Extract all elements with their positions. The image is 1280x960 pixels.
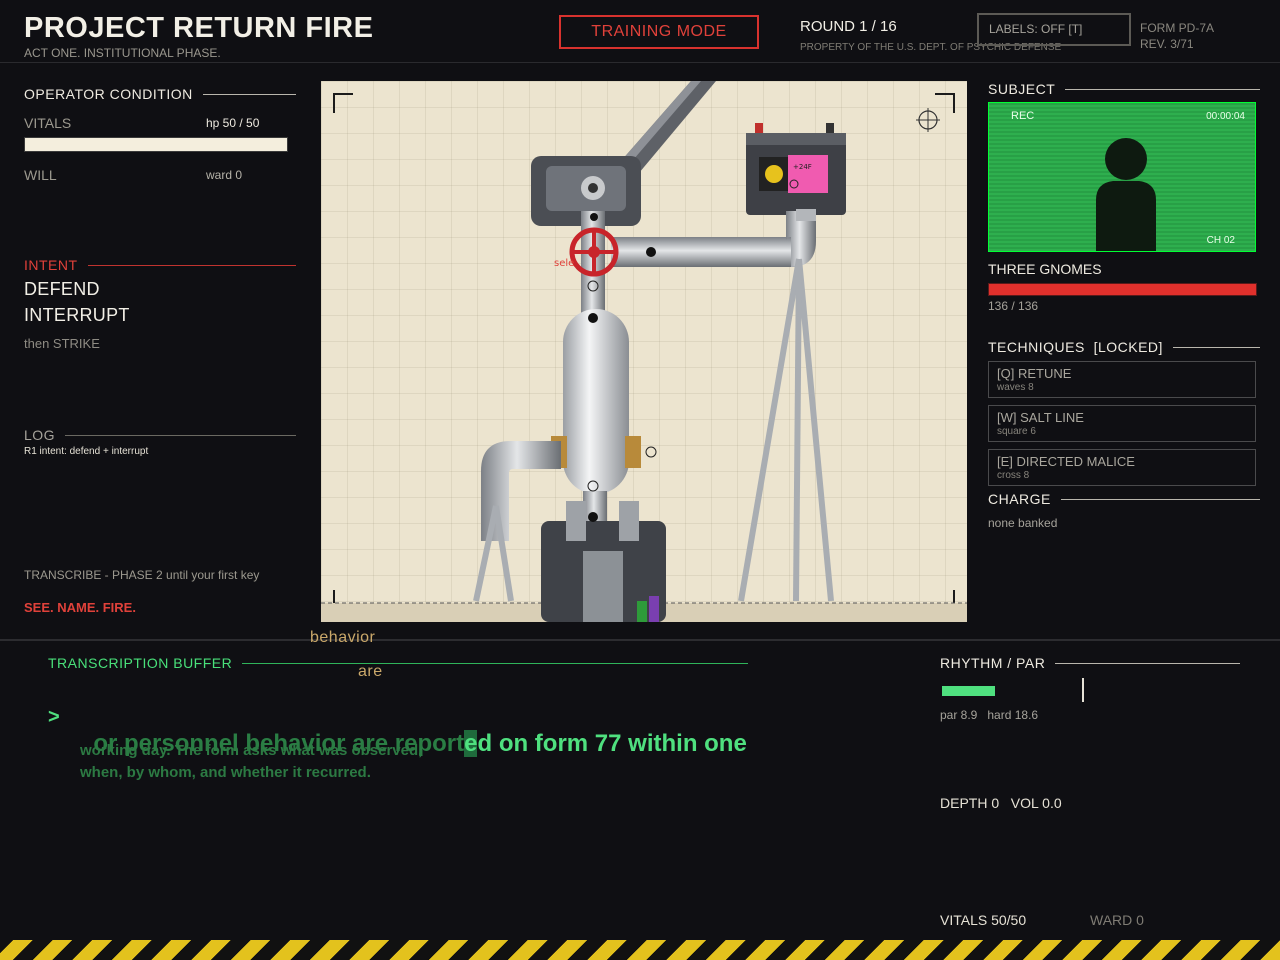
intent-then: then STRIKE	[24, 336, 100, 351]
par-marker	[1082, 678, 1084, 702]
technique-salt-line[interactable]: [W] SALT LINE square 6	[988, 405, 1256, 442]
operator-condition-heading: OPERATOR CONDITION	[24, 86, 296, 102]
hp-bar-fill	[25, 138, 287, 151]
charge-heading: CHARGE	[988, 491, 1260, 507]
technique-cost: square 6	[997, 426, 1036, 437]
valve-wheel[interactable]	[569, 227, 619, 277]
stage-marker-label: sele	[554, 258, 574, 269]
footer-ward: WARD 0	[1090, 912, 1144, 928]
technique-name: [Q] RETUNE	[997, 366, 1072, 381]
channel-indicator: CH 02	[1206, 235, 1235, 246]
subject-title: SUBJECT	[988, 81, 1056, 97]
transcription-buffer-title: TRANSCRIPTION BUFFER	[48, 655, 233, 671]
header-divider	[0, 62, 1280, 63]
technique-cost: cross 8	[997, 470, 1030, 481]
enemy-hp-readout: 136 / 136	[988, 299, 1039, 313]
rec-indicator: REC	[1011, 110, 1035, 122]
rec-timer: 00:00:04	[1206, 111, 1245, 122]
game-title: PROJECT RETURN FIRE	[24, 12, 374, 44]
log-title: LOG	[24, 427, 56, 443]
rhythm-values: par 8.9 hard 18.6	[940, 708, 1038, 722]
untyped-text: d on form 77 within one	[477, 730, 747, 757]
crosshair-icon[interactable]	[916, 108, 940, 132]
log-entry: R1 intent: defend + interrupt	[24, 446, 149, 457]
ward-readout: ward 0	[206, 168, 243, 182]
par-value: par 8.9	[940, 708, 978, 722]
technique-name: [W] SALT LINE	[997, 410, 1084, 425]
techniques-heading: TECHNIQUES [LOCKED]	[988, 339, 1260, 355]
intent-interrupt: INTERRUPT	[24, 305, 130, 325]
upcoming-line: when, by whom, and whether it recurred.	[80, 764, 371, 781]
text-cursor: e	[464, 730, 478, 757]
motto: SEE. NAME. FIRE.	[24, 600, 136, 615]
charge-status: none banked	[988, 516, 1058, 530]
intent-heading: INTENT	[24, 257, 296, 273]
technique-directed-malice[interactable]: [E] DIRECTED MALICE cross 8	[988, 449, 1256, 486]
rhythm-meter	[942, 686, 995, 696]
pipe-horizontal	[611, 237, 796, 267]
depth-vol: DEPTH 0 VOL 0.0	[940, 795, 1062, 811]
form-number: FORM PD-7A	[1140, 21, 1215, 35]
subject-heading: SUBJECT	[988, 81, 1260, 97]
enemy-hp-bar	[988, 283, 1257, 296]
labels-toggle-button[interactable]: LABELS: OFF [T]	[977, 13, 1131, 46]
hazard-stripe	[0, 940, 1280, 960]
techniques-title: TECHNIQUES [LOCKED]	[988, 339, 1163, 355]
prompt-caret: >	[48, 706, 60, 728]
footer-vitals: VITALS 50/50	[940, 912, 1027, 928]
transcription-buffer-heading: TRANSCRIPTION BUFFER	[48, 655, 748, 671]
intent-title: INTENT	[24, 257, 78, 273]
hp-readout: hp 50 / 50	[206, 116, 260, 130]
intent-defend: DEFEND	[24, 279, 100, 299]
floating-word-behavior: behavior	[310, 629, 376, 646]
vitals-label: VITALS	[24, 115, 72, 131]
training-mode-button[interactable]: TRAINING MODE	[559, 15, 759, 49]
subject-camera-feed: REC 00:00:04 CH 02	[988, 102, 1256, 252]
charge-title: CHARGE	[988, 491, 1051, 507]
rhythm-title: RHYTHM / PAR	[940, 655, 1046, 671]
upcoming-lines: working day. The form asks what was obse…	[80, 740, 422, 784]
hard-value: hard 18.6	[987, 708, 1039, 722]
game-subtitle: ACT ONE. INSTITUTIONAL PHASE.	[24, 46, 221, 60]
enemy-name: THREE GNOMES	[988, 261, 1102, 277]
bottom-divider	[0, 639, 1280, 641]
transcribe-hint: TRANSCRIBE - PHASE 2 until your first ke…	[24, 568, 260, 582]
subject-silhouette	[1096, 138, 1156, 251]
rhythm-heading: RHYTHM / PAR	[940, 655, 1240, 671]
form-revision: REV. 3/71	[1140, 37, 1194, 51]
battery: +24F	[746, 123, 846, 215]
depth-value: DEPTH 0	[940, 795, 1000, 811]
will-label: WILL	[24, 167, 57, 183]
battery-label: +24F	[793, 163, 812, 171]
log-heading: LOG	[24, 427, 296, 443]
upcoming-line: working day. The form asks what was obse…	[80, 742, 423, 759]
form-id: FORM PD-7A REV. 3/71	[1140, 20, 1214, 52]
vol-value: VOL 0.0	[1010, 795, 1062, 811]
technique-name: [E] DIRECTED MALICE	[997, 454, 1135, 469]
stage-viewport[interactable]: +24F sele	[321, 81, 967, 622]
operator-condition-title: OPERATOR CONDITION	[24, 86, 193, 102]
round-counter: ROUND 1 / 16	[800, 18, 897, 35]
technique-retune[interactable]: [Q] RETUNE waves 8	[988, 361, 1256, 398]
pressure-tank	[551, 309, 641, 494]
pipe-machine: +24F sele	[321, 81, 967, 622]
enemy-hp-bar-fill	[989, 284, 1256, 295]
technique-cost: waves 8	[997, 382, 1034, 393]
hp-bar	[24, 137, 288, 152]
